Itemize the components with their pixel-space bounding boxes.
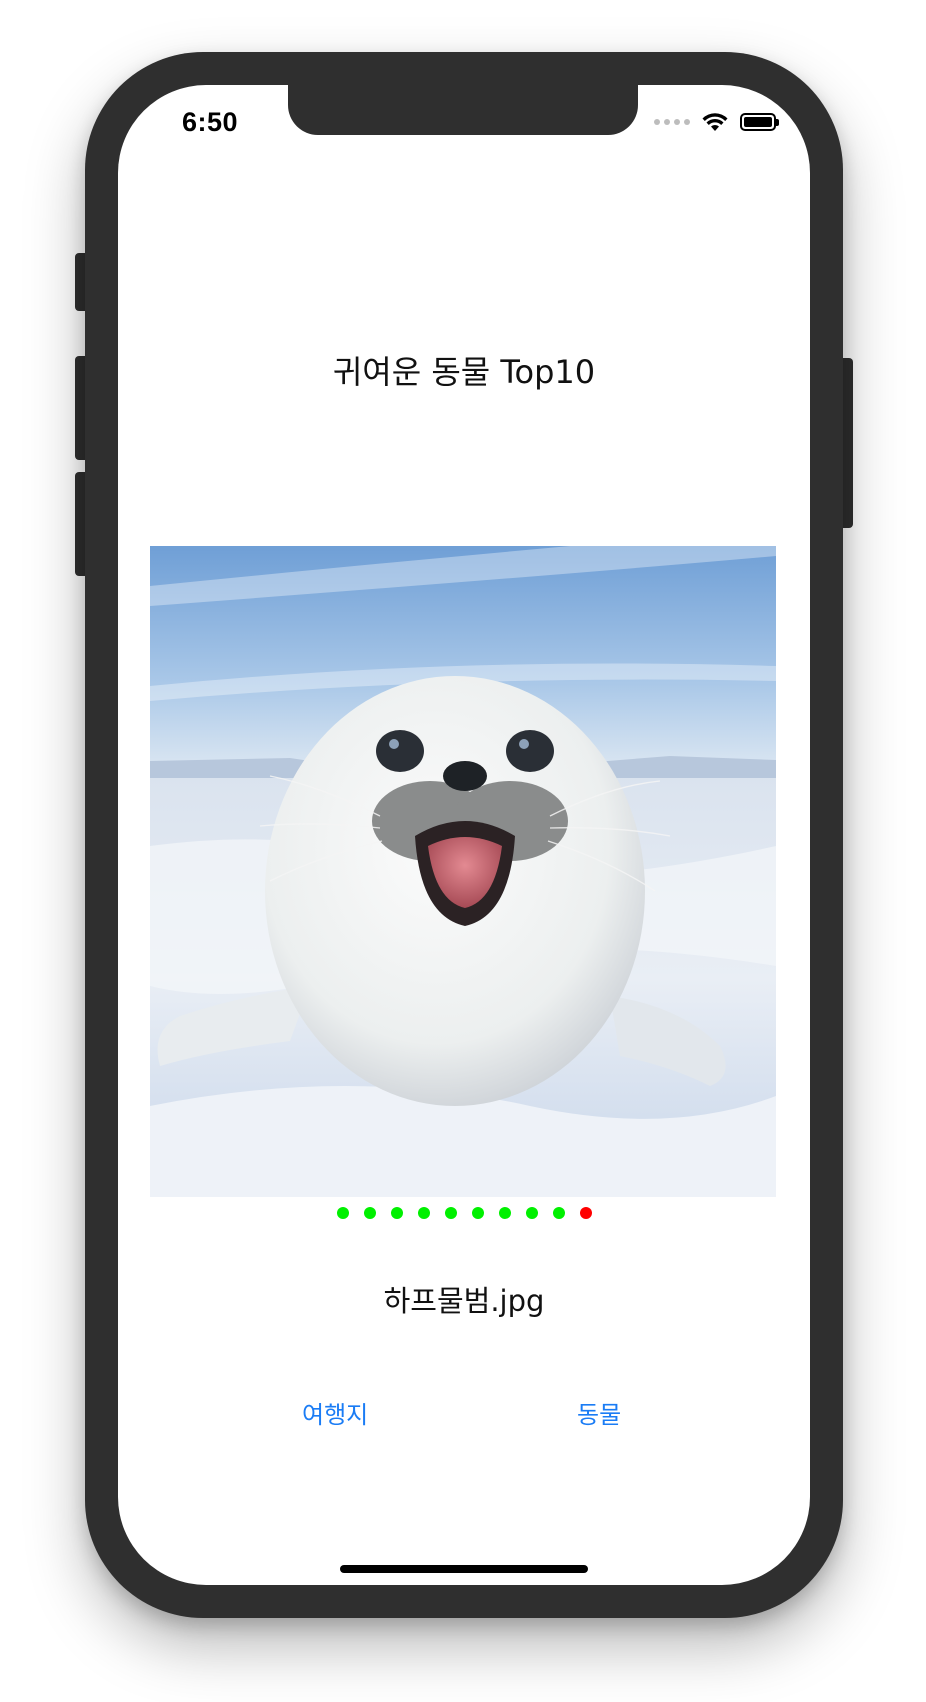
- animal-button[interactable]: 동물: [577, 1395, 621, 1430]
- page-title: 귀여운 동물 Top10: [332, 353, 596, 391]
- seal-image: [150, 546, 776, 1197]
- page-dot[interactable]: [579, 1207, 592, 1219]
- page-dot[interactable]: [417, 1207, 430, 1219]
- page-dot[interactable]: [471, 1207, 484, 1219]
- page-dot[interactable]: [363, 1207, 376, 1219]
- phone-screen: 6:50 귀여운 동물 Top10 하프물범.jpg 여행지 동물: [118, 85, 810, 1585]
- cellular-signal-icon: [654, 119, 690, 125]
- page-indicator[interactable]: [118, 1207, 810, 1219]
- device-stage: 6:50 귀여운 동물 Top10 하프물범.jpg 여행지 동물: [0, 0, 926, 1702]
- page-dot[interactable]: [552, 1207, 565, 1219]
- battery-icon: [740, 113, 779, 131]
- page-dot[interactable]: [336, 1207, 349, 1219]
- status-icons: [654, 111, 779, 133]
- seal-photo[interactable]: [150, 546, 776, 1197]
- status-time: 6:50: [182, 107, 239, 137]
- notch: [288, 85, 638, 135]
- page-dot[interactable]: [498, 1207, 511, 1219]
- page-dot[interactable]: [390, 1207, 403, 1219]
- page-dot[interactable]: [525, 1207, 538, 1219]
- travel-button[interactable]: 여행지: [302, 1395, 368, 1430]
- page-dot[interactable]: [444, 1207, 457, 1219]
- home-indicator[interactable]: [340, 1565, 588, 1573]
- image-filename: 하프물범.jpg: [383, 1284, 545, 1318]
- battery-level-fill: [744, 117, 772, 127]
- wifi-icon: [702, 113, 728, 131]
